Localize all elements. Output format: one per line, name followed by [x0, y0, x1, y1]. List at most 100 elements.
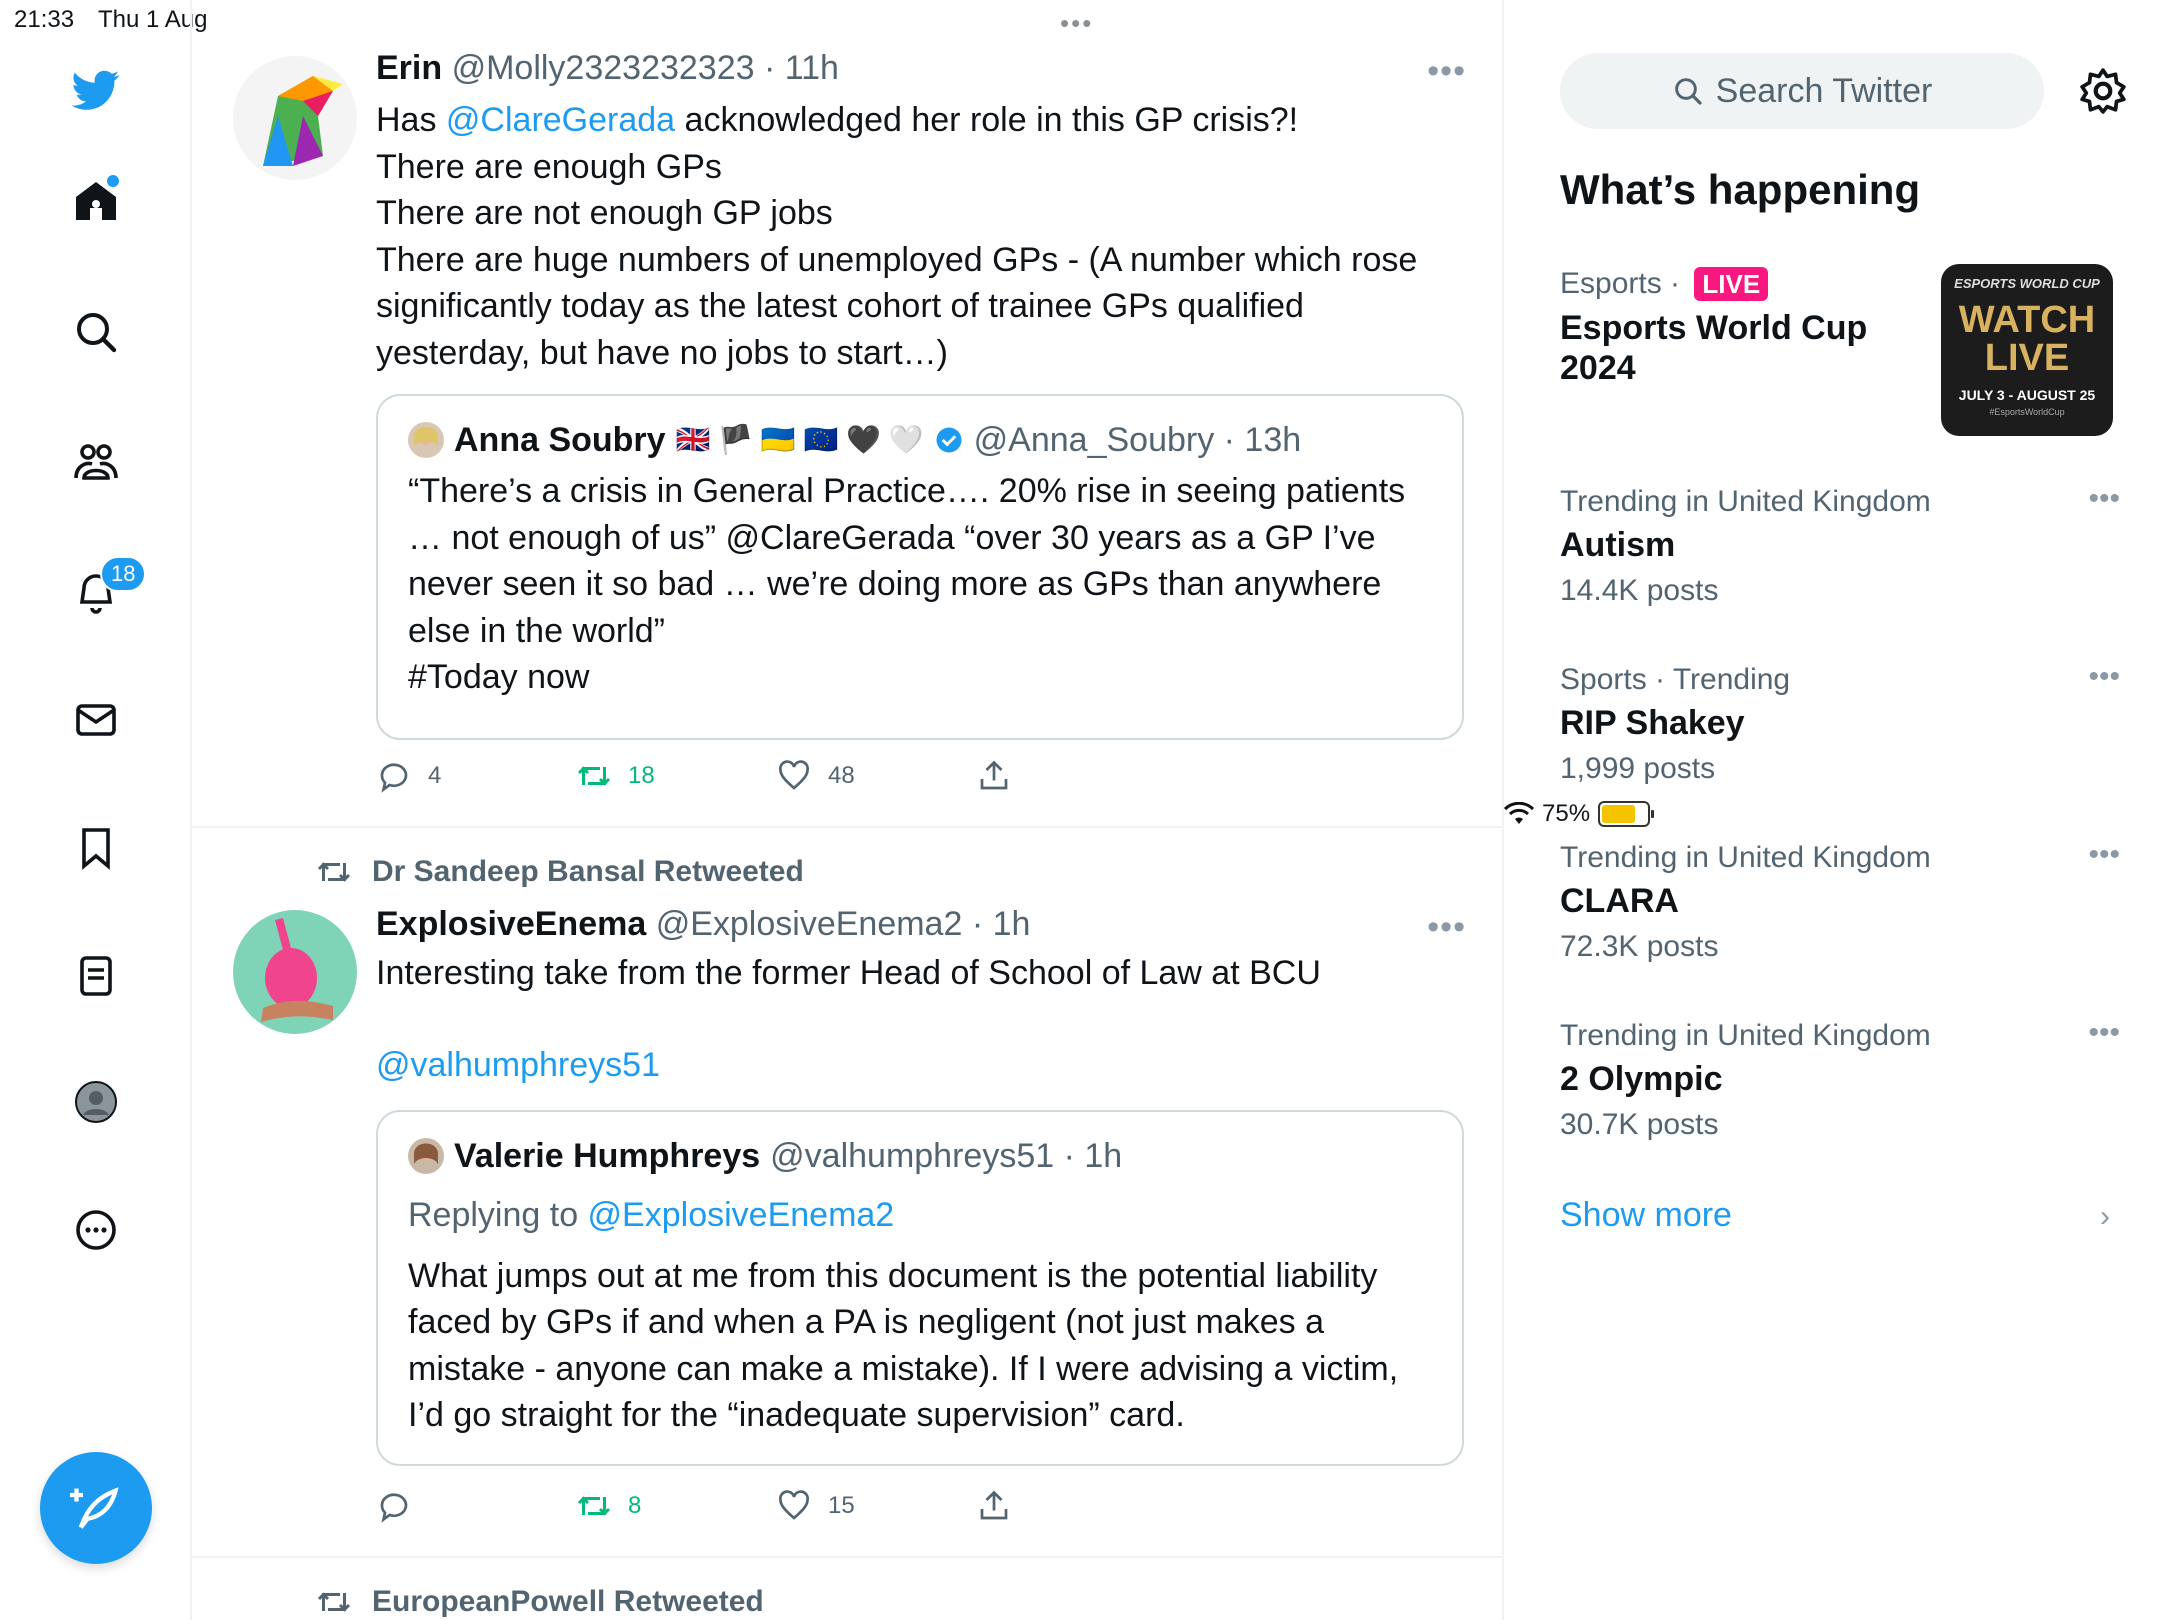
- avatar[interactable]: [233, 910, 357, 1034]
- heart-icon: [779, 760, 809, 790]
- trend-more-icon[interactable]: •••: [2088, 482, 2120, 516]
- retweet-icon: [317, 862, 351, 882]
- share-button[interactable]: [976, 1488, 1176, 1524]
- mention-link[interactable]: @ClareGerada: [446, 101, 675, 139]
- compose-feather-icon: [70, 1487, 119, 1529]
- tweet-more-icon[interactable]: •••: [1427, 908, 1466, 947]
- like-button[interactable]: 48: [776, 758, 976, 794]
- notifications-badge: 18: [100, 556, 147, 592]
- like-count: 48: [828, 762, 855, 789]
- twitter-logo-icon[interactable]: [66, 60, 126, 120]
- reply-icon: [380, 763, 408, 793]
- left-nav: 18: [0, 0, 192, 1620]
- more-circle-icon[interactable]: [66, 1200, 126, 1260]
- search-icon: [1674, 78, 1702, 105]
- retweet-icon: [317, 1592, 351, 1612]
- retweeted-by-label[interactable]: Dr Sandeep Bansal Retweeted: [316, 854, 804, 890]
- trend-item[interactable]: Trending in United Kingdom 2 Olympic 30.…: [1560, 1016, 2120, 1148]
- timeline: Erin @Molly2323232323 · 11h ••• Has @Cla…: [192, 0, 1504, 1620]
- reply-button[interactable]: 4: [376, 758, 576, 794]
- tweet-text-part: Has: [376, 101, 446, 139]
- tweet-more-icon[interactable]: •••: [1427, 52, 1466, 91]
- compose-tweet-button[interactable]: [40, 1452, 152, 1564]
- home-unread-dot: [107, 175, 119, 187]
- author-handle-time[interactable]: @ExplosiveEnema2 · 1h: [656, 905, 1031, 943]
- search-placeholder: Search Twitter: [1715, 71, 1933, 110]
- whats-happening-heading: What’s happening: [1560, 166, 1921, 213]
- trend-context: Trending in United Kingdom: [1560, 841, 1931, 874]
- profile-avatar-icon[interactable]: [66, 1072, 126, 1132]
- avatar[interactable]: [233, 56, 357, 180]
- retweet-count: 8: [628, 1492, 642, 1519]
- quote-text: “There’s a crisis in General Practice…. …: [408, 472, 1406, 696]
- trend-more-icon[interactable]: •••: [2088, 1016, 2120, 1050]
- live-badge: LIVE: [1694, 267, 1769, 301]
- quoted-tweet[interactable]: Valerie Humphreys @valhumphreys51 · 1h R…: [376, 1110, 1464, 1466]
- mention-link[interactable]: @valhumphreys51: [376, 1042, 1466, 1089]
- thumbnail-main-text: WATCH LIVE: [1958, 299, 2096, 379]
- heart-icon: [779, 1490, 809, 1520]
- retweet-button[interactable]: 18: [576, 758, 776, 794]
- replying-to-link[interactable]: @ExplosiveEnema2: [588, 1196, 895, 1234]
- search-icon[interactable]: [66, 302, 126, 362]
- trend-item[interactable]: Sports · Trending RIP Shakey 1,999 posts…: [1560, 660, 2120, 792]
- trend-category: Esports: [1560, 267, 1662, 300]
- author-name[interactable]: ExplosiveEnema: [376, 905, 646, 943]
- quote-author-name: Anna Soubry: [454, 421, 666, 459]
- trend-more-icon[interactable]: •••: [2088, 660, 2120, 694]
- communities-icon[interactable]: [66, 432, 126, 492]
- author-name[interactable]: Erin: [376, 49, 442, 87]
- divider: [192, 1556, 1504, 1558]
- trend-item[interactable]: Trending in United Kingdom CLARA 72.3K p…: [1560, 838, 2120, 970]
- trend-more-icon[interactable]: •••: [2088, 838, 2120, 872]
- thumbnail-tag: #EsportsWorldCup: [1989, 407, 2065, 417]
- tweet-text: Has @ClareGerada acknowledged her role i…: [376, 97, 1466, 376]
- quote-author-handle-time: @Anna_Soubry · 13h: [973, 421, 1302, 459]
- trend-item[interactable]: Trending in United Kingdom Autism 14.4K …: [1560, 482, 2120, 614]
- share-button[interactable]: [976, 758, 1176, 794]
- tweet-text: Interesting take from the former Head of…: [376, 954, 1321, 992]
- divider: [192, 826, 1504, 828]
- retweet-count: 18: [628, 762, 655, 789]
- share-icon: [980, 760, 1008, 790]
- trend-esports[interactable]: Esports · LIVE Esports World Cup 2024: [1560, 264, 1940, 388]
- reply-button[interactable]: [376, 1488, 576, 1524]
- thumbnail-top-text: ESPORTS WORLD CUP: [1954, 276, 2100, 291]
- tweet-text-part: acknowledged her role in this GP crisis?…: [376, 101, 1418, 372]
- retweet-icon: [577, 1496, 611, 1516]
- share-icon: [980, 1490, 1008, 1520]
- verified-badge-icon: [936, 427, 962, 453]
- lists-icon[interactable]: [66, 946, 126, 1006]
- replying-to: Replying to @ExplosiveEnema2: [408, 1192, 1432, 1239]
- author-handle-time[interactable]: @Molly2323232323 · 11h: [452, 49, 839, 87]
- search-input[interactable]: Search Twitter: [1560, 53, 2044, 129]
- quote-avatar: [408, 422, 444, 458]
- replying-to-prefix: Replying to: [408, 1196, 588, 1234]
- quote-avatar: [408, 1138, 444, 1174]
- quote-text: What jumps out at me from this document …: [408, 1256, 1399, 1435]
- bookmarks-icon[interactable]: [66, 818, 126, 878]
- reply-icon: [380, 1493, 408, 1523]
- trend-title: CLARA: [1560, 882, 1679, 920]
- trend-title: 2 Olympic: [1560, 1060, 1723, 1098]
- retweet-button[interactable]: 8: [576, 1488, 776, 1524]
- show-more-link[interactable]: Show more: [1560, 1196, 1732, 1235]
- chevron-right-icon: ›: [2100, 1200, 2110, 1233]
- quoted-tweet[interactable]: Anna Soubry 🇬🇧 🏴 🇺🇦 🇪🇺 🖤 🤍 @Anna_Soubry …: [376, 394, 1464, 740]
- reply-count: 4: [428, 762, 442, 789]
- like-button[interactable]: 15: [776, 1488, 976, 1524]
- trend-count: 1,999 posts: [1560, 752, 1716, 785]
- gear-icon[interactable]: [2078, 66, 2128, 116]
- trend-context: Trending in United Kingdom: [1560, 485, 1931, 518]
- right-sidebar: Search Twitter What’s happening Esports …: [1504, 0, 2160, 1620]
- like-count: 15: [828, 1492, 855, 1519]
- thumbnail-dates: JULY 3 - AUGUST 25: [1958, 387, 2096, 403]
- retweet-icon: [577, 766, 611, 786]
- trend-count: 14.4K posts: [1560, 574, 1719, 607]
- trend-title: RIP Shakey: [1560, 704, 1745, 742]
- trend-title: Autism: [1560, 526, 1676, 564]
- trend-title: Esports World Cup 2024: [1560, 309, 1868, 387]
- esports-thumbnail[interactable]: ESPORTS WORLD CUP WATCH LIVE JULY 3 - AU…: [1941, 264, 2113, 436]
- messages-icon[interactable]: [66, 690, 126, 750]
- retweeted-by-label[interactable]: EuropeanPowell Retweeted: [316, 1584, 764, 1620]
